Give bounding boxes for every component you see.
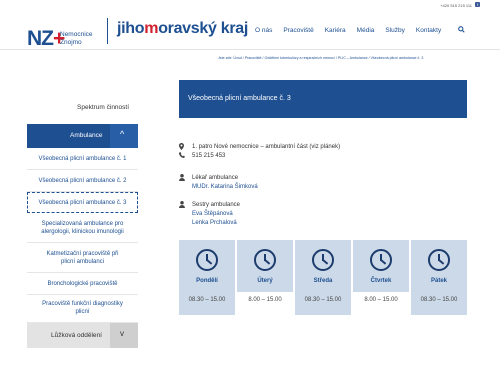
nav-item-kontakty[interactable]: Kontakty	[416, 27, 441, 34]
clock-icon	[312, 249, 334, 271]
top-phone[interactable]: +420 515 215 111	[440, 3, 472, 8]
page-title-banner: Všeobecná plicní ambulance č. 3	[179, 80, 467, 118]
header-line	[0, 49, 500, 50]
sidebar-item-katmetizacni[interactable]: Katmetizační pracoviště při plicní ambul…	[27, 243, 138, 273]
page-title: Všeobecná plicní ambulance č. 3	[188, 95, 291, 102]
clock-icon	[428, 249, 450, 271]
sidebar-title: Spektrum činností	[77, 104, 130, 111]
person-icon	[179, 174, 186, 183]
facebook-icon[interactable]: f	[475, 2, 480, 7]
chevron-up-icon: ^	[120, 129, 125, 139]
sidebar-item-bronchologicke[interactable]: Bronchologické pracoviště	[27, 273, 138, 295]
day-name: Čtvrtek	[370, 278, 392, 284]
location-text[interactable]: 1. patro Nové nemocnice – ambulantní čás…	[192, 143, 340, 151]
phone-icon	[179, 152, 186, 160]
nav-item-sluzby[interactable]: Služby	[385, 27, 405, 34]
day-card-friday: Pátek 08.30 – 15.00	[411, 240, 467, 315]
day-hours: 08.30 – 15.00	[304, 297, 342, 303]
expand-toggle[interactable]: v	[110, 323, 138, 348]
sidebar-item-specializovana[interactable]: Specializovaná ambulance pro alergologii…	[27, 215, 138, 243]
day-hours: 08.30 – 15.00	[420, 297, 458, 303]
main-nav: O nás Pracoviště Kariéra Média Služby Ko…	[255, 26, 465, 34]
day-card-thursday: Čtvrtek 8.00 – 15.00	[353, 240, 409, 315]
collapse-toggle[interactable]: ^	[110, 124, 138, 148]
nav-item-pracoviste[interactable]: Pracoviště	[283, 27, 313, 34]
nav-item-media[interactable]: Média	[357, 27, 375, 34]
nurse-link-2[interactable]: Lenka Prchalová	[192, 219, 237, 227]
header-divider	[107, 18, 108, 44]
sidebar-item-ambulance-2[interactable]: Všeobecná plicní ambulance č. 2	[27, 170, 138, 192]
breadcrumb[interactable]: Jste zde: Úvod / Pracoviště / Oddělení t…	[218, 56, 423, 60]
clock-icon	[254, 249, 276, 271]
sidebar-item-ambulance[interactable]: Ambulance ^	[27, 124, 138, 148]
sidebar-item-ambulance-1[interactable]: Všeobecná plicní ambulance č. 1	[27, 148, 138, 170]
chevron-down-icon: v	[120, 329, 124, 338]
clock-icon	[370, 249, 392, 271]
phone-number[interactable]: 515 215 453	[192, 152, 225, 160]
logo-text: Nemocnice Znojmo	[60, 31, 93, 46]
sidebar-item-ambulance-3[interactable]: Všeobecná plicní ambulance č. 3	[27, 192, 138, 213]
day-name: Pátek	[430, 278, 447, 284]
nav-item-o-nas[interactable]: O nás	[255, 27, 272, 34]
logo-mark: NZ+	[27, 27, 65, 50]
day-card-tuesday: Úterý 8.00 – 15.00	[237, 240, 293, 315]
person-icon	[179, 201, 186, 210]
sidebar-item-label: Lůžková oddělení	[51, 332, 102, 339]
search-icon[interactable]	[458, 26, 465, 35]
day-name: Středa	[313, 278, 333, 284]
region-title[interactable]: jihomoravský kraj	[117, 20, 248, 38]
day-hours: 08.30 – 15.00	[188, 297, 226, 303]
sidebar-item-label: Ambulance	[70, 132, 103, 139]
sidebar-item-funkcni-diagnostika[interactable]: Pracoviště funkční diagnostiky plicní	[27, 295, 138, 323]
doctor-label: Lékař ambulance	[192, 175, 239, 181]
location-pin-icon	[179, 143, 186, 152]
day-hours: 8.00 – 15.00	[364, 297, 398, 303]
clock-icon	[196, 249, 218, 271]
day-card-wednesday: Středa 08.30 – 15.00	[295, 240, 351, 315]
top-bar: +420 515 215 111 f	[0, 0, 500, 10]
doctor-name-link[interactable]: MUDr. Katarina Šimková	[192, 183, 258, 191]
nav-item-kariera[interactable]: Kariéra	[325, 27, 346, 34]
day-hours: 8.00 – 15.00	[248, 297, 282, 303]
day-card-monday: Pondělí 08.30 – 15.00	[179, 240, 235, 315]
day-name: Úterý	[257, 278, 273, 284]
nurse-link-1[interactable]: Eva Štěpánová	[192, 210, 233, 218]
nurses-label: Sestry ambulance	[192, 202, 241, 208]
day-name: Pondělí	[196, 278, 218, 284]
sidebar-item-luzkova[interactable]: Lůžková oddělení v	[27, 323, 138, 348]
